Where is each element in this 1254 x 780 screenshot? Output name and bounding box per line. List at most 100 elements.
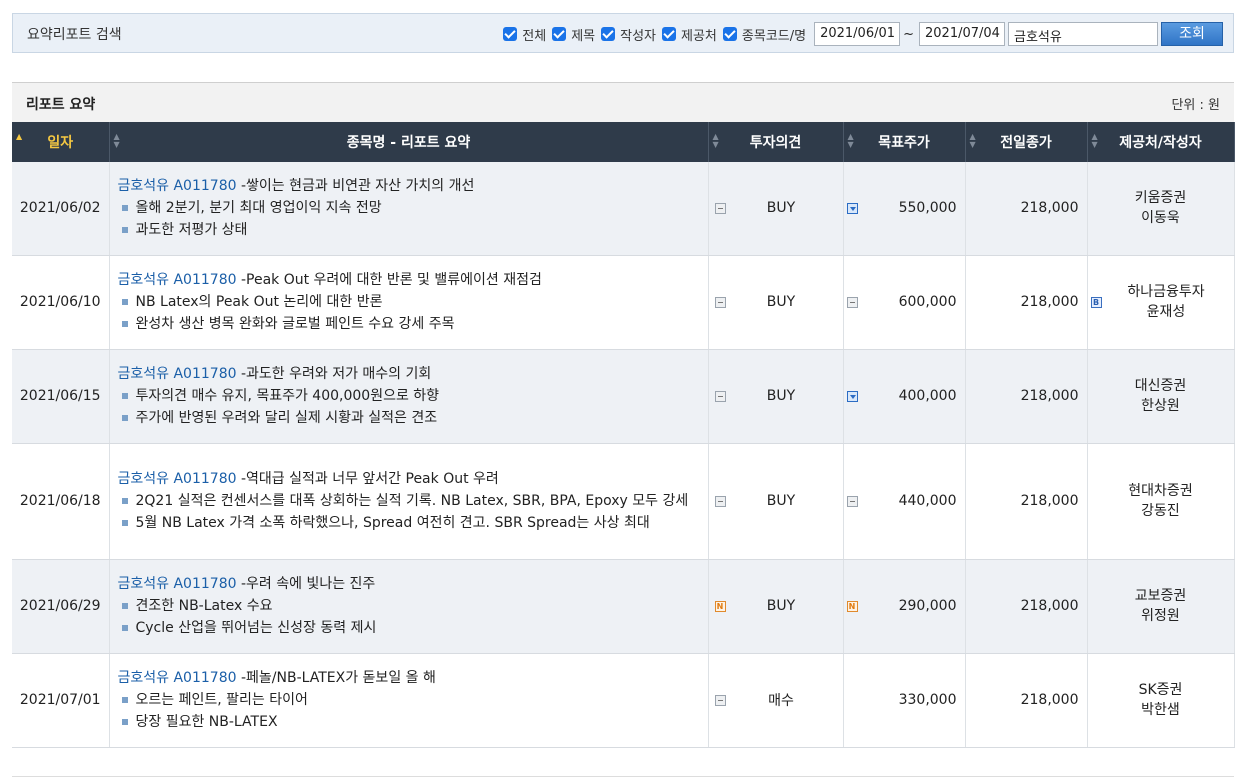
opinion-value: BUY: [766, 598, 796, 614]
provider-name[interactable]: 하나금융투자: [1102, 282, 1231, 302]
bullet-text: 완성차 생산 병목 완화와 글로벌 페인트 수요 강세 주목: [135, 316, 455, 332]
row-summary: 금호석유 A011780 -역대급 실적과 너무 앞서간 Peak Out 우려…: [109, 443, 709, 560]
stock-name-link[interactable]: 금호석유: [118, 272, 170, 288]
table-row[interactable]: 2021/07/01 금호석유 A011780 -페놀/NB-LATEX가 돋보…: [12, 653, 1235, 748]
column-header-date[interactable]: ▲ 일자: [12, 122, 110, 162]
column-header-prev-close[interactable]: ▲ ▼ 전일종가: [965, 122, 1088, 162]
provider-name[interactable]: 키움증권: [1091, 188, 1231, 208]
row-opinion: BUY: [708, 443, 844, 560]
equal-icon: [846, 495, 858, 507]
opinion-value: BUY: [766, 200, 796, 217]
column-header-summary[interactable]: ▲ ▼ 종목명 - 리포트 요약: [109, 122, 709, 162]
stock-name-link[interactable]: 금호석유: [118, 670, 170, 686]
report-title[interactable]: -Peak Out 우려에 대한 반론 및 밸류에이션 재점검: [241, 272, 542, 288]
row-provider: SK증권 박한샘: [1087, 653, 1235, 748]
report-headline[interactable]: 금호석유 A011780 -페놀/NB-LATEX가 돋보일 올 해: [118, 667, 700, 689]
provider-name[interactable]: 교보증권: [1091, 586, 1231, 606]
table-row[interactable]: 2021/06/02 금호석유 A011780 -쌓이는 현금과 비연관 자산 …: [12, 162, 1235, 256]
table-row[interactable]: 2021/06/29 금호석유 A011780 -우려 속에 빛나는 진주 견조…: [12, 559, 1235, 654]
table-row[interactable]: 2021/06/15 금호석유 A011780 -과도한 우려와 저가 매수의 …: [12, 349, 1235, 444]
author-name[interactable]: 이동욱: [1091, 208, 1231, 228]
report-headline[interactable]: 금호석유 A011780 -쌓이는 현금과 비연관 자산 가치의 개선: [118, 175, 700, 197]
filter-code-label: 종목코드/명: [741, 28, 807, 44]
filter-all-checkbox[interactable]: 전체: [503, 25, 546, 44]
summary-bullet: 견조한 NB-Latex 수요: [118, 595, 700, 617]
checkbox-checked-icon: [601, 27, 616, 41]
report-title[interactable]: -과도한 우려와 저가 매수의 기회: [241, 366, 431, 382]
row-target-price: 440,000: [843, 443, 966, 560]
bullet-square-icon: [121, 520, 128, 526]
target-price-value: 330,000: [898, 692, 957, 708]
provider-name[interactable]: 현대차증권: [1091, 481, 1231, 501]
filter-title-checkbox[interactable]: 제목: [552, 25, 595, 44]
stock-name-link[interactable]: 금호석유: [118, 576, 170, 592]
bullet-square-icon: [121, 603, 128, 609]
stock-code-link[interactable]: A011780: [173, 178, 236, 194]
author-name[interactable]: 박한샘: [1091, 700, 1231, 720]
report-panel-header: 리포트 요약 단위 : 원: [12, 82, 1234, 122]
author-name[interactable]: 위정원: [1091, 606, 1231, 626]
date-to-input[interactable]: 2021/07/04: [919, 22, 1005, 46]
report-headline[interactable]: 금호석유 A011780 -역대급 실적과 너무 앞서간 Peak Out 우려: [118, 468, 700, 490]
summary-bullet: 투자의견 매수 유지, 목표주가 400,000원으로 하향: [118, 385, 700, 407]
bullet-text: 견조한 NB-Latex 수요: [135, 598, 273, 614]
report-title[interactable]: -역대급 실적과 너무 앞서간 Peak Out 우려: [241, 471, 499, 487]
sort-icon: ▲ ▼: [969, 132, 976, 149]
search-button[interactable]: 조회: [1161, 22, 1223, 46]
stock-code-link[interactable]: A011780: [173, 272, 236, 288]
column-header-target-price[interactable]: ▲ ▼ 목표주가: [843, 122, 966, 162]
opinion-value: BUY: [766, 294, 796, 310]
stock-name-link[interactable]: 금호석유: [118, 366, 170, 382]
filter-code-checkbox[interactable]: 종목코드/명: [722, 25, 807, 44]
author-name[interactable]: 강동진: [1091, 501, 1231, 521]
provider-name[interactable]: SK증권: [1091, 680, 1231, 700]
provider-name[interactable]: 대신증권: [1091, 376, 1231, 396]
sort-asc-icon: ▲: [16, 132, 23, 141]
report-title[interactable]: -우려 속에 빛나는 진주: [241, 576, 375, 592]
row-prev-close: 218,000: [965, 653, 1088, 748]
report-title[interactable]: -페놀/NB-LATEX가 돋보일 올 해: [241, 670, 436, 686]
equal-icon: [846, 296, 858, 308]
report-headline[interactable]: 금호석유 A011780 -Peak Out 우려에 대한 반론 및 밸류에이션…: [118, 269, 700, 291]
filter-author-checkbox[interactable]: 작성자: [601, 25, 656, 44]
stock-code-link[interactable]: A011780: [173, 670, 236, 686]
column-header-opinion[interactable]: ▲ ▼ 투자의견: [708, 122, 844, 162]
stock-code-link[interactable]: A011780: [173, 576, 236, 592]
target-price-value: 400,000: [898, 388, 957, 404]
bottom-divider: [12, 776, 1234, 777]
bullet-text: 올해 2분기, 분기 최대 영업이익 지속 전망: [135, 200, 382, 217]
stock-name-link[interactable]: 금호석유: [118, 178, 170, 194]
report-title[interactable]: -쌓이는 현금과 비연관 자산 가치의 개선: [241, 178, 474, 194]
row-date: 2021/06/18: [12, 443, 110, 560]
row-target-price: 550,000: [843, 162, 966, 256]
filter-provider-checkbox[interactable]: 제공처: [662, 25, 717, 44]
stock-code-link[interactable]: A011780: [173, 366, 236, 382]
bullet-square-icon: [121, 415, 128, 421]
row-provider: 교보증권 위정원: [1087, 559, 1235, 654]
opinion-value: 매수: [768, 693, 794, 709]
sort-icon: ▲ ▼: [712, 132, 719, 149]
column-label: 목표주가: [878, 135, 930, 151]
row-opinion: BUY: [708, 162, 844, 256]
author-name[interactable]: 한상원: [1091, 396, 1231, 416]
equal-icon: [714, 694, 726, 706]
stock-code-link[interactable]: A011780: [173, 471, 236, 487]
row-target-price: 330,000: [843, 653, 966, 748]
report-headline[interactable]: 금호석유 A011780 -우려 속에 빛나는 진주: [118, 573, 700, 595]
table-row[interactable]: 2021/06/10 금호석유 A011780 -Peak Out 우려에 대한…: [12, 255, 1235, 350]
date-from-input[interactable]: 2021/06/01: [814, 22, 901, 46]
report-headline[interactable]: 금호석유 A011780 -과도한 우려와 저가 매수의 기회: [118, 363, 700, 385]
bullet-text: 오르는 페인트, 팔리는 타이어: [135, 692, 308, 708]
summary-bullet: 5월 NB Latex 가격 소폭 하락했으나, Spread 여전히 견고. …: [118, 512, 700, 534]
column-header-provider[interactable]: ▲ ▼ 제공처/작성자: [1087, 122, 1235, 162]
row-date: 2021/07/01: [12, 653, 110, 748]
new-icon: N: [846, 600, 858, 612]
row-summary: 금호석유 A011780 -과도한 우려와 저가 매수의 기회 투자의견 매수 …: [109, 349, 709, 444]
row-prev-close: 218,000: [965, 255, 1088, 350]
stock-name-link[interactable]: 금호석유: [118, 471, 170, 487]
author-name[interactable]: 윤재성: [1102, 302, 1231, 322]
table-row[interactable]: 2021/06/18 금호석유 A011780 -역대급 실적과 너무 앞서간 …: [12, 443, 1235, 560]
bullet-square-icon: [121, 697, 128, 703]
bullet-square-icon: [121, 498, 128, 504]
search-input[interactable]: 금호석유: [1008, 22, 1158, 46]
